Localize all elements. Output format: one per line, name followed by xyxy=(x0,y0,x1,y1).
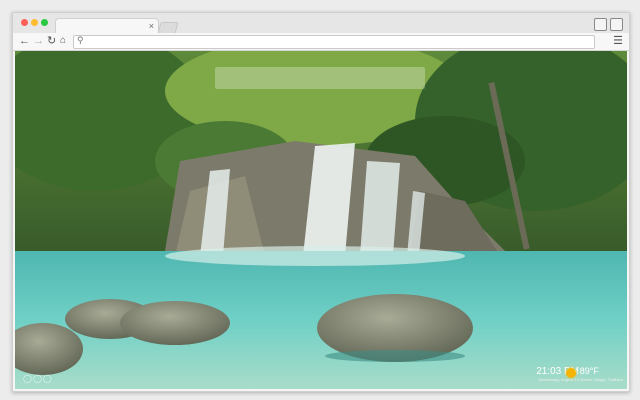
browser-toolbar: ← → ↻ ⌂ ⚲ ☰ xyxy=(13,33,629,51)
sun-icon xyxy=(565,368,576,378)
search-icon: ⚲ xyxy=(77,35,84,45)
clock-date: Wednesday, August 12 xyxy=(538,377,579,382)
close-window-button[interactable] xyxy=(21,19,28,26)
waterfall-background-image xyxy=(15,51,627,389)
title-bar: × xyxy=(13,13,629,34)
weather-location: Shreve Village, Thailand xyxy=(579,377,623,382)
tab-close-icon[interactable]: × xyxy=(149,20,154,32)
home-button[interactable]: ⌂ xyxy=(60,34,66,48)
minimize-window-button[interactable] xyxy=(31,19,38,26)
address-bar[interactable]: ⚲ xyxy=(73,35,595,49)
extension-icon[interactable] xyxy=(594,18,607,31)
browser-window: × ← → ↻ ⌂ ⚲ ☰ ◯◯◯ 21:03 PM Wednesday, Au… xyxy=(12,12,630,392)
browser-tab[interactable]: × xyxy=(55,18,159,34)
search-bar[interactable] xyxy=(215,67,425,89)
profile-icon[interactable] xyxy=(610,18,623,31)
back-button[interactable]: ← xyxy=(19,34,30,48)
apps-launcher[interactable]: ◯◯◯ xyxy=(23,374,53,383)
new-tab-page: ◯◯◯ 21:03 PM Wednesday, August 12 89°F S… xyxy=(15,51,627,389)
weather-temp: 89°F xyxy=(579,366,599,376)
menu-button[interactable]: ☰ xyxy=(613,34,623,48)
weather-widget[interactable]: 89°F Shreve Village, Thailand xyxy=(565,366,623,382)
maximize-window-button[interactable] xyxy=(41,19,48,26)
reload-button[interactable]: ↻ xyxy=(47,34,56,48)
forward-button[interactable]: → xyxy=(33,34,44,48)
